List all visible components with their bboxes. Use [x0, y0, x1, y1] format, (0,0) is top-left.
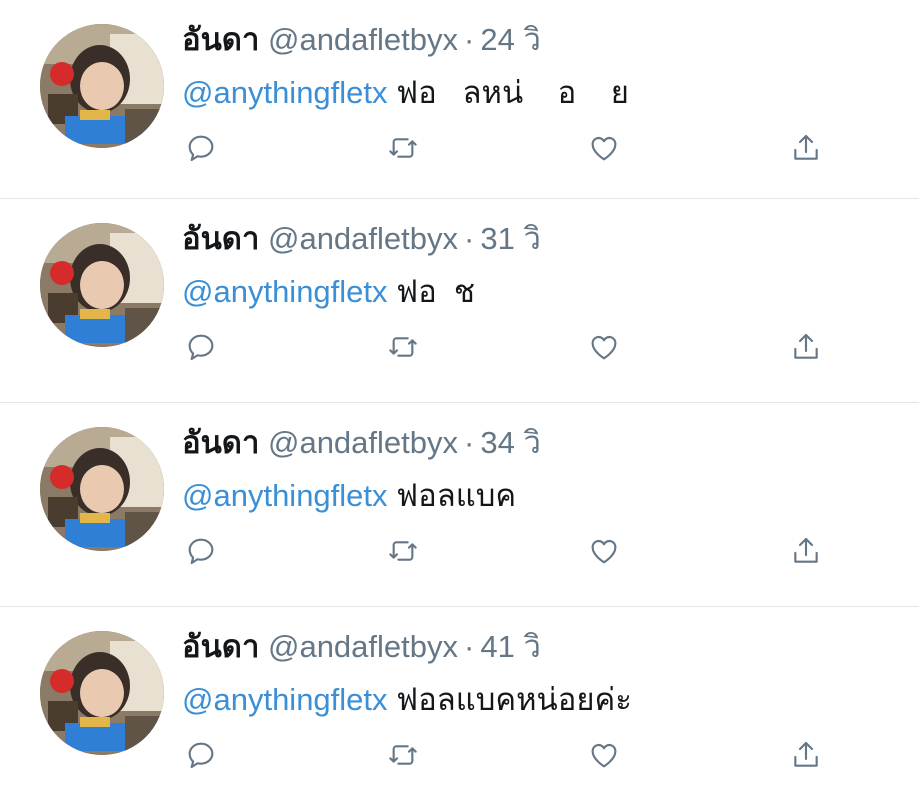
tweet-text: @anythingfletx ฟอลแบคหน่อยค่ะ: [182, 679, 632, 721]
tweet-content: ฟอลแบค: [387, 478, 517, 513]
reply-icon: [188, 334, 214, 361]
retweet-icon: [389, 138, 417, 158]
reply-button[interactable]: [183, 737, 219, 773]
tweet-text: @anythingfletx ฟอลแบค: [182, 475, 516, 517]
mention-link[interactable]: @anythingfletx: [182, 682, 388, 717]
retweet-button[interactable]: [385, 737, 421, 773]
mention-link[interactable]: @anythingfletx: [182, 478, 388, 513]
reply-icon: [188, 538, 214, 565]
retweet-button[interactable]: [385, 329, 421, 365]
separator-dot: ·: [464, 22, 475, 57]
heart-icon: [591, 743, 617, 768]
display-name[interactable]: อันดา: [182, 629, 259, 664]
timestamp[interactable]: 31 วิ: [480, 221, 541, 256]
timestamp[interactable]: 24 วิ: [480, 22, 541, 57]
display-name[interactable]: อันดา: [182, 221, 259, 256]
tweet-header: อันดา @andafletbyx · 24 วิ: [182, 20, 541, 60]
tweet[interactable]: อันดา @andafletbyx · 34 วิ @anythingfletx …: [0, 403, 919, 607]
tweet-actions: [0, 737, 919, 777]
heart-icon: [591, 335, 617, 360]
heart-icon: [591, 136, 617, 161]
display-name[interactable]: อันดา: [182, 22, 259, 57]
reply-icon: [188, 135, 214, 162]
heart-icon: [591, 539, 617, 564]
display-name[interactable]: อันดา: [182, 425, 259, 460]
user-handle[interactable]: @andafletbyx: [268, 221, 458, 256]
like-button[interactable]: [586, 130, 622, 166]
tweet-text: @anythingfletx ฟอ ลหน่ อ ย: [182, 72, 629, 114]
tweet[interactable]: อันดา @andafletbyx · 41 วิ @anythingfletx …: [0, 607, 919, 807]
share-icon: [794, 333, 818, 359]
tweet-text: @anythingfletx ฟอ ช: [182, 271, 475, 313]
retweet-icon: [389, 541, 417, 561]
tweet-actions: [0, 533, 919, 573]
retweet-icon: [389, 745, 417, 765]
retweet-icon: [389, 337, 417, 357]
tweet[interactable]: อันดา @andafletbyx · 31 วิ @anythingfletx …: [0, 199, 919, 403]
user-handle[interactable]: @andafletbyx: [268, 425, 458, 460]
reply-button[interactable]: [183, 329, 219, 365]
separator-dot: ·: [464, 629, 475, 664]
tweet-header: อันดา @andafletbyx · 41 วิ: [182, 627, 541, 667]
mention-link[interactable]: @anythingfletx: [182, 75, 388, 110]
reply-button[interactable]: [183, 130, 219, 166]
mention-link[interactable]: @anythingfletx: [182, 274, 388, 309]
tweet-header: อันดา @andafletbyx · 34 วิ: [182, 423, 541, 463]
share-button[interactable]: [788, 533, 824, 569]
separator-dot: ·: [464, 221, 475, 256]
user-handle[interactable]: @andafletbyx: [268, 629, 458, 664]
separator-dot: ·: [464, 425, 475, 460]
share-button[interactable]: [788, 329, 824, 365]
like-button[interactable]: [586, 329, 622, 365]
reply-icon: [188, 742, 214, 769]
share-button[interactable]: [788, 737, 824, 773]
reply-button[interactable]: [183, 533, 219, 569]
tweet-content: ฟอ ช: [387, 274, 475, 309]
tweet-actions: [0, 329, 919, 369]
share-button[interactable]: [788, 130, 824, 166]
tweet-content: ฟอลแบคหน่อยค่ะ: [387, 682, 632, 717]
user-handle[interactable]: @andafletbyx: [268, 22, 458, 57]
retweet-button[interactable]: [385, 130, 421, 166]
tweet[interactable]: อันดา @andafletbyx · 24 วิ @anythingfletx …: [0, 0, 919, 199]
tweet-content: ฟอ ลหน่ อ ย: [387, 75, 629, 110]
share-icon: [794, 134, 818, 160]
tweet-header: อันดา @andafletbyx · 31 วิ: [182, 219, 541, 259]
retweet-button[interactable]: [385, 533, 421, 569]
timestamp[interactable]: 41 วิ: [480, 629, 541, 664]
timestamp[interactable]: 34 วิ: [480, 425, 541, 460]
tweet-feed: อันดา @andafletbyx · 24 วิ @anythingfletx …: [0, 0, 919, 807]
share-icon: [794, 741, 818, 767]
share-icon: [794, 537, 818, 563]
like-button[interactable]: [586, 533, 622, 569]
tweet-actions: [0, 130, 919, 170]
like-button[interactable]: [586, 737, 622, 773]
